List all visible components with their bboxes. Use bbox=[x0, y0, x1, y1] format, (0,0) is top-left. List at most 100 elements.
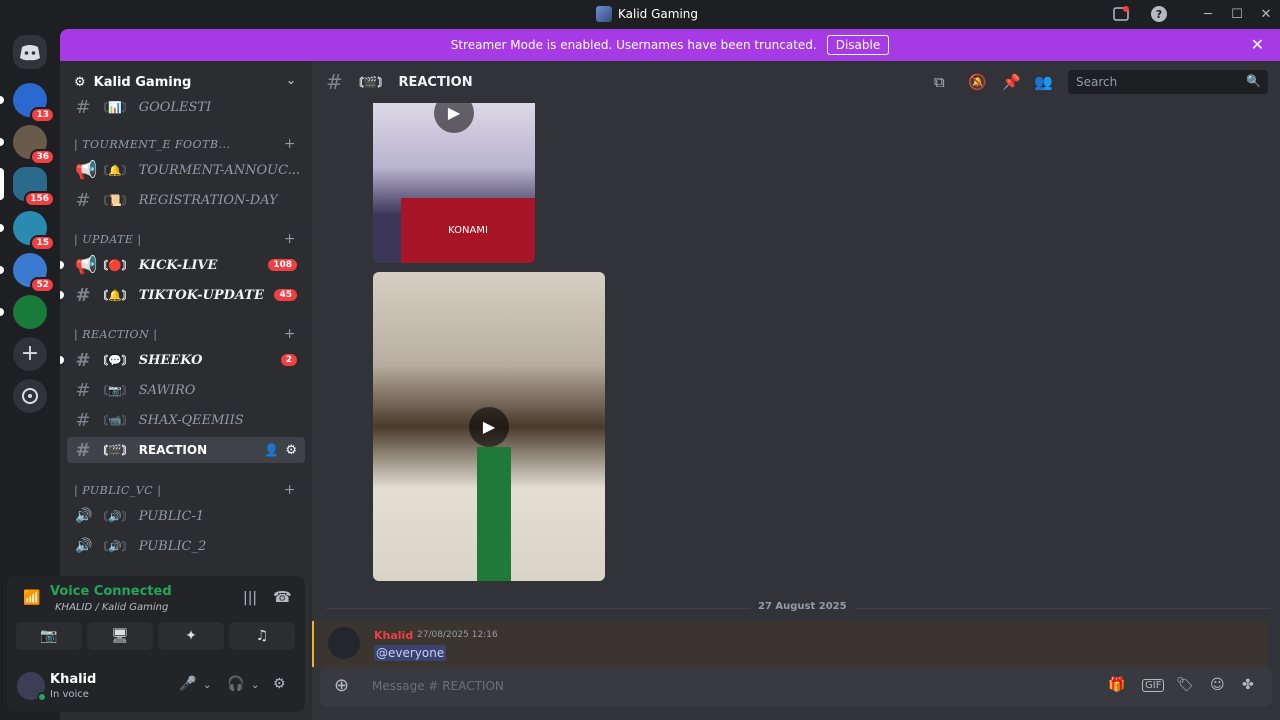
inbox-icon[interactable] bbox=[1112, 5, 1132, 25]
unread-indicator bbox=[60, 261, 64, 269]
channel-label: GOOLESTI bbox=[138, 99, 212, 115]
disable-streamer-button[interactable]: Disable bbox=[826, 35, 890, 55]
gear-icon[interactable]: ⚙ bbox=[273, 676, 286, 692]
chevron-down-icon[interactable]: ⌄ bbox=[203, 680, 211, 691]
server-item-active[interactable]: 156 bbox=[0, 167, 55, 207]
gift-icon[interactable]: 🎁 bbox=[1108, 677, 1125, 693]
video-attachment[interactable]: ▶ bbox=[373, 272, 605, 581]
add-channel-icon[interactable]: + bbox=[284, 326, 296, 342]
channel-label: KICK-LIVE bbox=[138, 257, 218, 273]
add-channel-icon[interactable]: + bbox=[284, 482, 296, 498]
channel-emoji-icon: 〘📷〙 bbox=[97, 384, 133, 397]
maximize-button[interactable]: ☐ bbox=[1227, 5, 1247, 25]
pin-icon[interactable]: 📌 bbox=[1002, 73, 1021, 91]
help-icon[interactable]: ? bbox=[1150, 5, 1170, 25]
server-item[interactable]: 36 bbox=[0, 125, 55, 165]
search-icon: 🔍 bbox=[1246, 74, 1261, 88]
channel-emoji-icon: 〘🎬〙 bbox=[97, 444, 133, 457]
speaker-icon: 🔊 bbox=[75, 538, 93, 554]
emoji-icon[interactable]: ☺ bbox=[1210, 677, 1225, 693]
message-author[interactable]: Khalid bbox=[374, 629, 413, 642]
message-composer[interactable]: ⊕ Message # REACTION 🎁 GIF 🏷 ☺ ✤ bbox=[320, 667, 1272, 707]
unread-indicator bbox=[60, 356, 64, 364]
channel-sheeko[interactable]: # 〘💬〙 SHEEKO 2 bbox=[60, 347, 305, 373]
sticker-icon[interactable]: 🏷 bbox=[1176, 677, 1194, 693]
apps-icon[interactable]: ✤ bbox=[1242, 677, 1254, 693]
voice-channel-public-1[interactable]: 🔊 〘🔊〙 PUBLIC-1 bbox=[67, 503, 305, 529]
date-label: 27 August 2025 bbox=[750, 601, 855, 612]
channel-shax-qeemiis[interactable]: # 〘📹〙 SHAX-QEEMIIS bbox=[67, 407, 305, 433]
category-label: | UPDATE | bbox=[74, 232, 142, 246]
play-icon[interactable]: ▶ bbox=[434, 103, 474, 133]
soundboard-button[interactable]: ♫ bbox=[229, 622, 295, 650]
message-timestamp: 27/08/2025 12:16 bbox=[417, 630, 498, 640]
category-reaction[interactable]: | REACTION | + bbox=[74, 324, 304, 344]
server-item[interactable]: 13 bbox=[0, 83, 55, 123]
channel-tiktok-update[interactable]: # 〘🔔〙 TIKTOK-UPDATE 45 bbox=[60, 282, 305, 308]
user-status: In voice bbox=[50, 689, 89, 700]
hash-icon: # bbox=[75, 439, 91, 461]
channel-kick-live[interactable]: 📢 〘🔴〙 KICK-LIVE 108 bbox=[60, 252, 305, 278]
server-item[interactable] bbox=[0, 295, 47, 329]
minimize-button[interactable]: ─ bbox=[1198, 5, 1218, 25]
add-channel-icon[interactable]: + bbox=[284, 231, 296, 247]
camera-off-button[interactable]: 📷 bbox=[16, 622, 82, 650]
speaker-icon: 🔊 bbox=[75, 508, 93, 524]
noise-suppression-icon[interactable]: ||| bbox=[243, 590, 257, 606]
mention-badge: 52 bbox=[30, 277, 55, 293]
voice-channel-public-2[interactable]: 🔊 〘🔊〙 PUBLIC_2 bbox=[67, 533, 305, 559]
notification-bell-icon[interactable]: 🔕 bbox=[968, 73, 987, 91]
mention-everyone[interactable]: @everyone bbox=[374, 645, 447, 661]
mention-badge: 36 bbox=[30, 149, 55, 165]
microphone-icon[interactable]: 🎤 bbox=[179, 676, 196, 692]
avatar[interactable] bbox=[328, 627, 360, 659]
category-label: | REACTION | bbox=[74, 327, 158, 341]
add-channel-icon[interactable]: + bbox=[284, 136, 296, 152]
channel-registration-day[interactable]: # 〘📜〙 REGISTRATION-DAY bbox=[67, 187, 305, 213]
invite-icon[interactable]: 👤 bbox=[264, 443, 279, 457]
server-item[interactable]: 15 bbox=[0, 211, 55, 251]
title-bar: Kalid Gaming ? ─ ☐ ✕ bbox=[0, 0, 1280, 29]
hash-icon: # bbox=[326, 70, 343, 94]
category-update[interactable]: | UPDATE | + bbox=[74, 229, 304, 249]
channel-goolesti[interactable]: # 〘📊〙 GOOLESTI bbox=[67, 94, 305, 120]
channel-tourment-annouc[interactable]: 📢 〘🔔〙 TOURMENT-ANNOUC... bbox=[67, 157, 305, 183]
app-title: Kalid Gaming bbox=[596, 6, 698, 22]
chevron-down-icon[interactable]: ⌄ bbox=[251, 680, 259, 691]
activities-button[interactable]: ✦ bbox=[158, 622, 224, 650]
disconnect-icon[interactable]: ☎ bbox=[273, 588, 292, 606]
add-attachment-button[interactable]: ⊕ bbox=[334, 675, 349, 696]
screen-share-button[interactable]: 🖥 bbox=[87, 622, 153, 650]
channel-sawiro[interactable]: # 〘📷〙 SAWIRO bbox=[67, 377, 305, 403]
voice-channel-info[interactable]: KHALID / Kalid Gaming bbox=[55, 602, 168, 613]
server-item[interactable]: 52 bbox=[0, 253, 55, 293]
channel-label: SHEEKO bbox=[138, 352, 203, 368]
username[interactable]: Khalid bbox=[50, 672, 96, 687]
close-window-button[interactable]: ✕ bbox=[1256, 5, 1276, 25]
gif-button[interactable]: GIF bbox=[1142, 679, 1165, 692]
signal-icon[interactable]: 📶 bbox=[23, 590, 40, 606]
message-item[interactable]: Khalid 27/08/2025 12:16 @everyone bbox=[312, 621, 1268, 667]
add-server-button[interactable]: + bbox=[13, 337, 47, 371]
video-attachment[interactable]: ▶ KONAMI bbox=[373, 103, 535, 263]
gear-icon[interactable]: ⚙ bbox=[285, 443, 297, 458]
category-public-vc[interactable]: | PUBLIC_VC | + bbox=[74, 480, 304, 500]
search-input[interactable]: Search 🔍 bbox=[1068, 70, 1268, 94]
threads-icon[interactable]: ⧉ bbox=[934, 73, 945, 91]
member-list-icon[interactable]: 👥 bbox=[1034, 73, 1053, 91]
window-title: Kalid Gaming bbox=[618, 7, 699, 21]
banner-message: Streamer Mode is enabled. Usernames have… bbox=[450, 38, 817, 52]
unread-indicator bbox=[60, 291, 64, 299]
close-icon[interactable]: ✕ bbox=[1251, 35, 1264, 54]
headphones-icon[interactable]: 🎧 bbox=[227, 676, 244, 692]
discord-home-button[interactable] bbox=[13, 35, 47, 69]
discover-button[interactable] bbox=[13, 379, 47, 413]
unread-indicator bbox=[0, 266, 4, 274]
category-tourment[interactable]: | TOURMENT_E FOOTB... + bbox=[74, 134, 304, 154]
search-placeholder: Search bbox=[1076, 75, 1118, 89]
play-icon[interactable]: ▶ bbox=[469, 407, 509, 447]
mention-badge: 13 bbox=[30, 107, 55, 123]
message-input[interactable]: Message # REACTION bbox=[372, 679, 504, 693]
channel-reaction-active[interactable]: # 〘🎬〙 REACTION 👤 ⚙ bbox=[67, 437, 305, 463]
channel-label: REGISTRATION-DAY bbox=[138, 192, 278, 208]
